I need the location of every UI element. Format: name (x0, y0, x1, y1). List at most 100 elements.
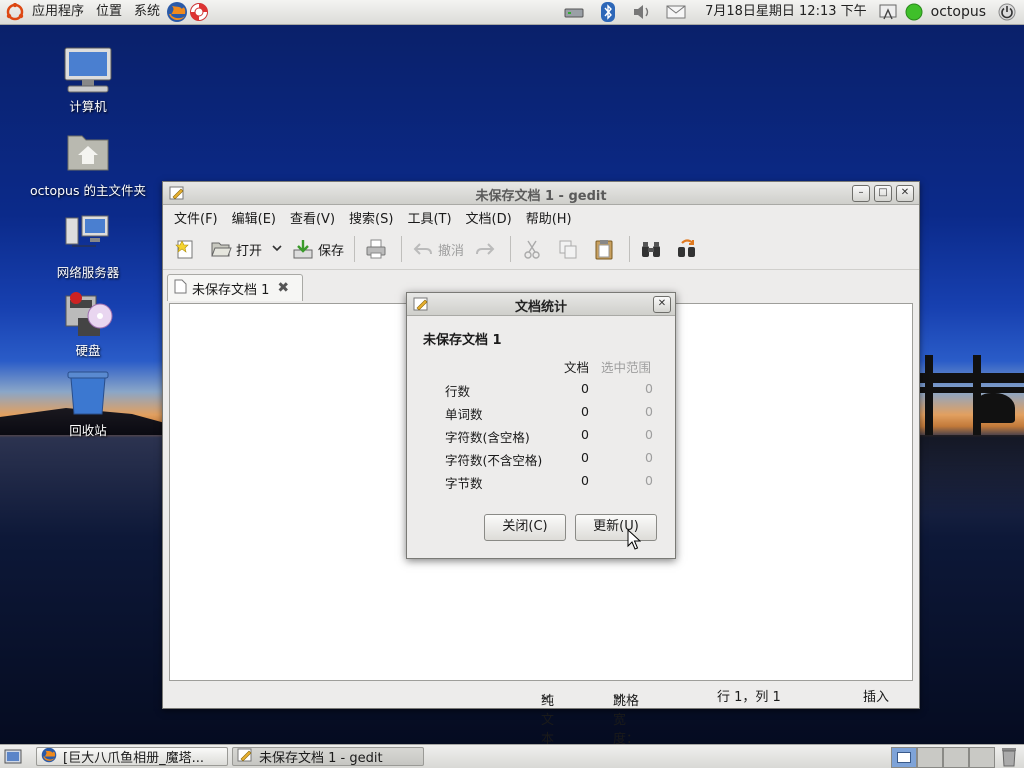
tab-close-icon[interactable]: ✖ (277, 280, 289, 296)
top-panel: 应用程序 位置 系统 7月18日星期日 12:13 下午 octopus (0, 0, 1024, 25)
menu-system[interactable]: 系统 (128, 0, 166, 24)
document-icon (174, 279, 187, 298)
undo-button[interactable]: 撤消 (407, 233, 469, 265)
paste-button[interactable] (588, 233, 624, 265)
save-icon (292, 238, 314, 260)
stat-label: 单词数 (445, 407, 483, 422)
new-button[interactable] (169, 233, 205, 265)
toolbar-separator (510, 236, 512, 262)
scissors-icon (521, 238, 543, 260)
dialog-titlebar[interactable]: 文档统计 ✕ (407, 293, 675, 316)
tab-untitled-document[interactable]: 未保存文档 1 ✖ (167, 274, 303, 301)
menu-help[interactable]: 帮助(H) (519, 208, 579, 227)
find-replace-icon (676, 238, 698, 260)
copy-icon (557, 238, 579, 260)
dialog-close-button[interactable]: ✕ (653, 296, 671, 313)
desktop-home-folder[interactable]: octopus 的主文件夹 (18, 130, 158, 199)
firefox-icon (41, 748, 57, 765)
redo-icon (474, 238, 496, 260)
toolbar-separator (629, 236, 631, 262)
workspace-1[interactable] (891, 747, 917, 768)
clock[interactable]: 7月18日星期日 12:13 下午 (699, 0, 873, 24)
stat-label: 行数 (445, 384, 471, 399)
copy-button[interactable] (552, 233, 588, 265)
open-folder-icon (210, 238, 232, 260)
stat-sel-value: 0 (645, 450, 653, 465)
bluetooth-icon[interactable] (597, 1, 619, 23)
redo-button[interactable] (469, 233, 505, 265)
stat-sel-value: 0 (645, 381, 653, 396)
open-button[interactable]: 打开 (205, 233, 267, 265)
user-status-icon[interactable] (903, 1, 925, 23)
chevron-down-icon (541, 690, 551, 705)
taskbar-item-label: 未保存文档 1 - gedit (259, 751, 383, 766)
volume-icon[interactable] (631, 1, 653, 23)
mail-icon[interactable] (665, 1, 687, 23)
network-servers-icon (62, 212, 114, 260)
menu-applications[interactable]: 应用程序 (26, 0, 90, 24)
menu-documents[interactable]: 文档(D) (459, 208, 519, 227)
show-desktop-icon[interactable] (4, 748, 22, 768)
dialog-title: 文档统计 (514, 300, 567, 315)
user-name[interactable]: octopus (925, 0, 996, 24)
menu-search[interactable]: 搜索(S) (342, 208, 400, 227)
desktop-network-servers[interactable]: 网络服务器 (18, 212, 158, 281)
hard-disk-icon (62, 290, 114, 338)
menu-edit[interactable]: 编辑(E) (225, 208, 283, 227)
save-button[interactable]: 保存 (287, 233, 349, 265)
column-document: 文档 (564, 360, 590, 375)
toolbar-separator (354, 236, 356, 262)
stat-sel-value: 0 (645, 473, 653, 488)
taskbar-item-label: [巨大八爪鱼相册_魔塔... (63, 751, 204, 766)
desktop-icon-label: 计算机 (69, 99, 107, 114)
wallpaper-pier (915, 355, 1024, 515)
desktop-icon-label: 硬盘 (75, 343, 101, 358)
document-statistics-dialog: 文档统计 ✕ 未保存文档 1 文档 选中范围 行数 0 0 单词数 0 0 字符… (406, 292, 676, 559)
power-icon[interactable] (996, 1, 1018, 23)
switch-user-icon[interactable] (877, 1, 899, 23)
close-button[interactable]: ✕ (896, 185, 914, 202)
trash-applet-icon[interactable] (1000, 747, 1018, 768)
maximize-button[interactable]: □ (874, 185, 892, 202)
menu-places[interactable]: 位置 (90, 0, 128, 24)
find-button[interactable] (635, 233, 671, 265)
stat-label: 字节数 (445, 476, 483, 491)
menubar: 文件(F) 编辑(E) 查看(V) 搜索(S) 工具(T) 文档(D) 帮助(H… (163, 205, 919, 229)
clipboard-icon (593, 238, 615, 260)
binoculars-icon (640, 238, 662, 260)
menu-file[interactable]: 文件(F) (167, 208, 225, 227)
column-selection: 选中范围 (601, 360, 652, 375)
find-replace-button[interactable] (671, 233, 707, 265)
cut-button[interactable] (516, 233, 552, 265)
print-button[interactable] (360, 233, 396, 265)
printer-icon (365, 238, 387, 260)
workspace-2[interactable] (917, 747, 943, 768)
firefox-icon[interactable] (166, 1, 188, 23)
ubuntu-logo-icon[interactable] (4, 1, 26, 23)
window-title: 未保存文档 1 - gedit (475, 189, 607, 204)
cursor-position: 行 1，列 1 (717, 690, 781, 705)
network-icon[interactable] (563, 1, 585, 23)
undo-label: 撤消 (438, 243, 465, 259)
menu-tools[interactable]: 工具(T) (400, 208, 458, 227)
computer-icon (62, 46, 114, 94)
taskbar-item-firefox[interactable]: [巨大八爪鱼相册_魔塔... (36, 747, 228, 766)
desktop-computer[interactable]: 计算机 (18, 46, 158, 115)
statusbar: 纯文本 跳格宽度： 8 行 1，列 1 插入 (163, 682, 919, 762)
stat-sel-value: 0 (645, 404, 653, 419)
stat-doc-value: 0 (581, 404, 589, 419)
toolbar-separator (401, 236, 403, 262)
taskbar-item-gedit[interactable]: 未保存文档 1 - gedit (232, 747, 424, 766)
window-titlebar[interactable]: 未保存文档 1 - gedit – □ ✕ (163, 182, 919, 205)
workspace-4[interactable] (969, 747, 995, 768)
help-lifebuoy-icon[interactable] (188, 1, 210, 23)
desktop-hard-disk[interactable]: 硬盘 (18, 290, 158, 359)
open-recent-dropdown[interactable] (267, 233, 287, 265)
close-dialog-button[interactable]: 关闭(C) (484, 514, 566, 541)
desktop-trash[interactable]: 回收站 (18, 370, 158, 439)
open-label: 打开 (236, 243, 263, 259)
update-button[interactable]: 更新(U) (575, 514, 657, 541)
minimize-button[interactable]: – (852, 185, 870, 202)
workspace-3[interactable] (943, 747, 969, 768)
menu-view[interactable]: 查看(V) (283, 208, 342, 227)
